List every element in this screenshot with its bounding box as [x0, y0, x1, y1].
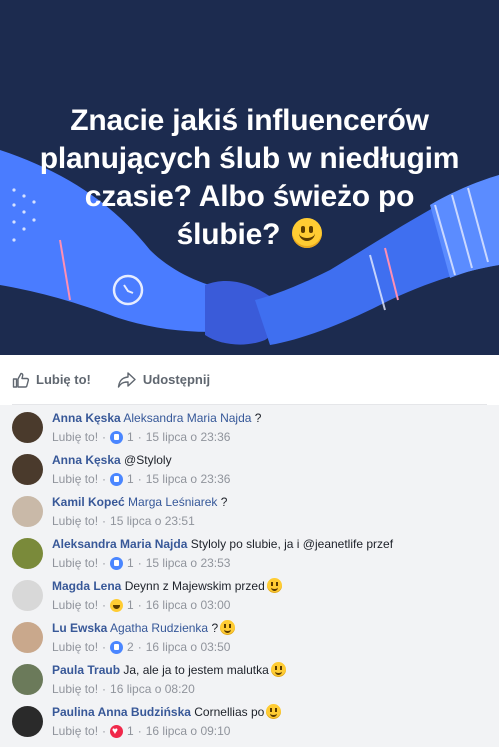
- tagged-user[interactable]: Agatha Rudzienka: [110, 621, 208, 635]
- comment-like-link[interactable]: Lubię to!: [52, 555, 98, 571]
- avatar[interactable]: [12, 412, 43, 443]
- tagged-user[interactable]: Aleksandra Maria Najda: [123, 411, 251, 425]
- comment-timestamp[interactable]: 16 lipca o 03:00: [146, 597, 231, 613]
- like-reaction-icon[interactable]: [110, 640, 124, 654]
- reaction-count[interactable]: 1: [127, 471, 134, 487]
- comment-timestamp[interactable]: 15 lipca o 23:53: [146, 555, 231, 571]
- comment-timestamp[interactable]: 15 lipca o 23:36: [146, 471, 231, 487]
- comment-item: Magda Lena Deynn z Majewskim przed Lubię…: [0, 573, 499, 615]
- comment-text: Styloly po slubie, ja i @jeanetlife prze…: [190, 537, 394, 551]
- reaction-count[interactable]: 1: [127, 723, 134, 739]
- post-actions-bar: Lubię to! Udostępnij: [12, 355, 487, 405]
- reaction-count[interactable]: 1: [127, 555, 134, 571]
- avatar[interactable]: [12, 538, 43, 569]
- like-reaction-icon[interactable]: [110, 556, 124, 570]
- comment-item: Anna Kęska Aleksandra Maria Najda ? Lubi…: [0, 405, 499, 447]
- comment-item: Aleksandra Maria Najda Styloly po slubie…: [0, 531, 499, 573]
- comment-timestamp[interactable]: 16 lipca o 03:50: [146, 639, 231, 655]
- reaction-count[interactable]: 2: [127, 639, 134, 655]
- comment-item: Anna Kęska @Styloly Lubię to! · 1 · 15 li…: [0, 447, 499, 489]
- smile-emoji-icon: [292, 218, 323, 248]
- comment-like-link[interactable]: Lubię to!: [52, 723, 98, 739]
- post-headline: Znacie jakiś influencerów planujących śl…: [0, 102, 499, 254]
- comment-text: Ja, ale ja to jestem malutka: [123, 663, 269, 677]
- comments-list: Anna Kęska Aleksandra Maria Najda ? Lubi…: [0, 405, 499, 747]
- comment-text: ?: [220, 495, 228, 509]
- comment-text: Deynn z Majewskim przed: [124, 579, 265, 593]
- comment-like-link[interactable]: Lubię to!: [52, 681, 98, 697]
- avatar[interactable]: [12, 622, 43, 653]
- share-button-label: Udostępnij: [142, 372, 211, 387]
- comment-author[interactable]: Anna Kęska: [52, 411, 121, 425]
- avatar[interactable]: [12, 706, 43, 737]
- comment-item: Lu Ewska Agatha Rudzienka ? Lubię to! · …: [0, 615, 499, 657]
- smile-emoji-icon: [266, 704, 282, 719]
- comment-like-link[interactable]: Lubię to!: [52, 639, 98, 655]
- headline-line-2: planujących ślub w niedługim: [39, 142, 460, 175]
- reaction-count[interactable]: 1: [127, 429, 134, 445]
- share-button[interactable]: Udostępnij: [117, 371, 210, 389]
- headline-line-1: Znacie jakiś influencerów: [70, 104, 429, 137]
- comment-timestamp[interactable]: 15 lipca o 23:36: [146, 429, 231, 445]
- comment-like-link[interactable]: Lubię to!: [52, 429, 98, 445]
- love-reaction-icon[interactable]: [110, 724, 124, 740]
- comment-text: ?: [211, 621, 219, 635]
- comment-author[interactable]: Paulina Anna Budzińska: [52, 705, 191, 719]
- smile-emoji-icon: [220, 620, 236, 635]
- tagged-user[interactable]: Marga Leśniarek: [128, 495, 217, 509]
- comment-author[interactable]: Lu Ewska: [52, 621, 107, 635]
- avatar[interactable]: [12, 454, 43, 485]
- reaction-count[interactable]: 1: [127, 597, 134, 613]
- comment-item: Paulina Anna Budzińska Cornellias po Lub…: [0, 699, 499, 741]
- like-button[interactable]: Lubię to!: [12, 371, 91, 389]
- comment-like-link[interactable]: Lubię to!: [52, 471, 98, 487]
- comment-author[interactable]: Magda Lena: [52, 579, 121, 593]
- comment-item: Paula Traub Ja, ale ja to jestem malutka…: [0, 657, 499, 699]
- comment-timestamp[interactable]: 15 lipca o 23:51: [110, 513, 195, 529]
- comment-text: @Styloly: [124, 453, 172, 467]
- post-image[interactable]: Znacie jakiś influencerów planujących śl…: [0, 0, 499, 355]
- comment-like-link[interactable]: Lubię to!: [52, 597, 98, 613]
- comment-timestamp[interactable]: 16 lipca o 09:10: [146, 723, 231, 739]
- like-reaction-icon[interactable]: [110, 472, 124, 486]
- avatar[interactable]: [12, 580, 43, 611]
- headline-line-4: ślubie?: [176, 218, 281, 251]
- like-reaction-icon[interactable]: [110, 430, 124, 444]
- comment-like-link[interactable]: Lubię to!: [52, 513, 98, 529]
- comment-author[interactable]: Aleksandra Maria Najda: [52, 537, 187, 551]
- comment-text: Cornellias po: [194, 705, 265, 719]
- comment-author[interactable]: Anna Kęska: [52, 453, 121, 467]
- comment-text: ?: [254, 411, 262, 425]
- thumbs-up-icon: [12, 372, 30, 388]
- share-arrow-icon: [117, 371, 136, 388]
- smile-emoji-icon: [270, 662, 286, 677]
- avatar[interactable]: [12, 664, 43, 695]
- smile-emoji-icon: [266, 578, 282, 593]
- comment-item: Kamil Kopeć Marga Leśniarek ? Lubię to! …: [0, 489, 499, 531]
- comment-author[interactable]: Kamil Kopeć: [52, 495, 125, 509]
- avatar[interactable]: [12, 496, 43, 527]
- comment-timestamp[interactable]: 16 lipca o 08:20: [110, 681, 195, 697]
- headline-line-3: czasie? Albo świeżo po: [84, 180, 415, 213]
- comment-author[interactable]: Paula Traub: [52, 663, 120, 677]
- haha-reaction-icon[interactable]: [110, 598, 124, 612]
- like-button-label: Lubię to!: [36, 372, 91, 387]
